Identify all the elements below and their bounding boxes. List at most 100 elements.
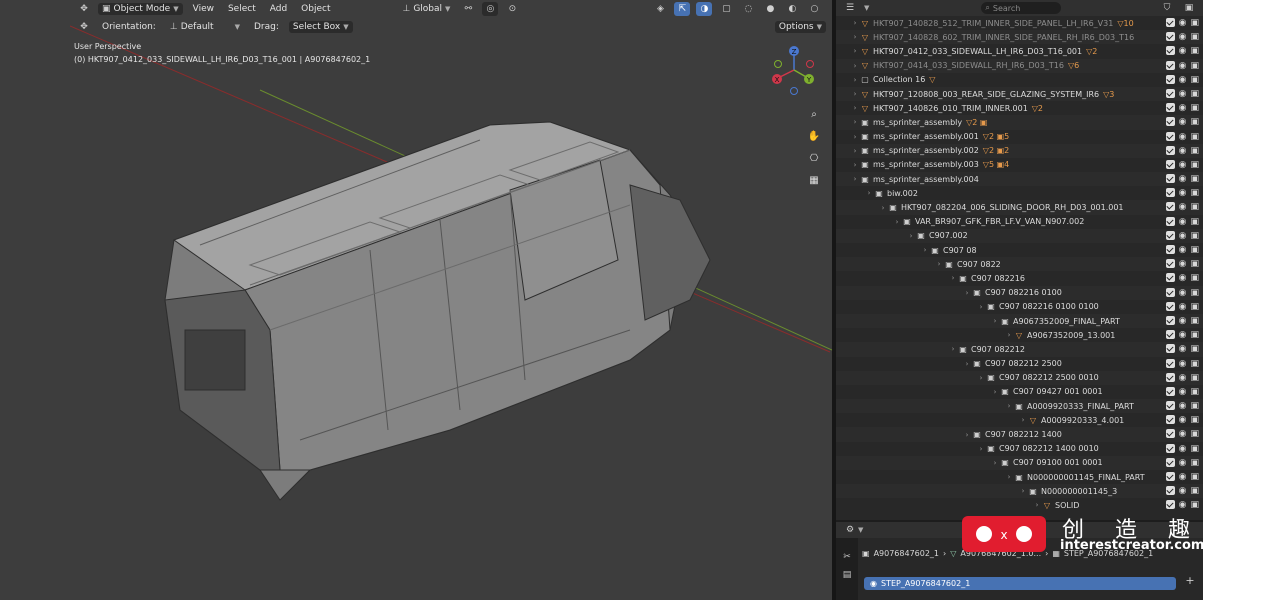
disclosure-triangle-icon[interactable]: ›	[976, 374, 986, 382]
exclude-checkbox[interactable]	[1165, 273, 1175, 283]
exclude-checkbox[interactable]	[1165, 287, 1175, 297]
disclosure-triangle-icon[interactable]: ›	[990, 317, 1000, 325]
disclosure-triangle-icon[interactable]: ›	[850, 161, 860, 169]
exclude-checkbox[interactable]	[1165, 46, 1175, 56]
exclude-checkbox[interactable]	[1165, 18, 1175, 27]
exclude-checkbox[interactable]	[1165, 301, 1175, 311]
disclosure-triangle-icon[interactable]: ›	[850, 104, 860, 112]
outliner-row[interactable]: › ▣ ms_sprinter_assembly.003 ▽5 ▣4 ◉ ▣	[836, 158, 1203, 172]
exclude-checkbox[interactable]	[1165, 259, 1175, 269]
mode-dropdown[interactable]: ▣ Object Mode ▼	[98, 3, 183, 15]
outliner-row[interactable]: › ▣ biw.002 ◉ ▣	[836, 186, 1203, 200]
outliner-search-input[interactable]: ⌕ Search	[981, 2, 1062, 14]
camera-icon[interactable]: ▣	[1190, 472, 1199, 482]
disclosure-triangle-icon[interactable]: ›	[850, 62, 860, 70]
drag-dropdown[interactable]: Select Box ▼	[288, 21, 353, 33]
camera-icon[interactable]: ▣	[1190, 500, 1199, 510]
exclude-checkbox[interactable]	[1165, 344, 1175, 354]
camera-icon[interactable]: ▣	[1190, 444, 1199, 454]
camera-icon[interactable]: ▣	[1190, 429, 1199, 439]
outliner-row[interactable]: › ▣ N000000001145_FINAL_PART ◉ ▣	[836, 470, 1203, 484]
eye-icon[interactable]: ◉	[1179, 103, 1187, 113]
xray-icon[interactable]: ▢	[718, 2, 734, 16]
disclosure-triangle-icon[interactable]: ›	[920, 246, 930, 254]
exclude-checkbox[interactable]	[1165, 174, 1175, 184]
outliner-row[interactable]: › ▣ N000000001145_3 ◉ ▣	[836, 484, 1203, 499]
menu-add[interactable]: Add	[266, 3, 291, 15]
camera-icon[interactable]: ▣	[1190, 288, 1199, 298]
disclosure-triangle-icon[interactable]: ›	[850, 118, 860, 126]
camera-icon[interactable]: ▣	[1190, 202, 1199, 212]
eye-icon[interactable]: ◉	[1179, 415, 1187, 425]
exclude-checkbox[interactable]	[1165, 131, 1175, 141]
outliner-row[interactable]: › ▽ HKT907_120808_003_REAR_SIDE_GLAZING_SY…	[836, 86, 1203, 102]
camera-icon[interactable]: ▣	[1190, 486, 1199, 496]
disclosure-triangle-icon[interactable]: ›	[850, 90, 860, 98]
camera-icon[interactable]: ▣	[1190, 373, 1199, 383]
camera-icon[interactable]: ▣	[1190, 245, 1199, 255]
new-collection-icon[interactable]: ▣	[1181, 1, 1197, 15]
outliner-row[interactable]: › ▣ A9067352009_FINAL_PART ◉ ▣	[836, 313, 1203, 329]
disclosure-triangle-icon[interactable]: ›	[1004, 402, 1014, 410]
camera-icon[interactable]: ▣	[1190, 89, 1199, 99]
outliner-row[interactable]: › ▣ VAR_BR907_GFK_FBR_LF.V_VAN_N907.002 ◉ ▣	[836, 215, 1203, 229]
disclosure-triangle-icon[interactable]: ›	[850, 47, 860, 55]
eye-icon[interactable]: ◉	[1179, 444, 1187, 454]
exclude-checkbox[interactable]	[1165, 443, 1175, 453]
eye-icon[interactable]: ◉	[1179, 117, 1187, 127]
exclude-checkbox[interactable]	[1165, 457, 1175, 467]
exclude-checkbox[interactable]	[1165, 315, 1175, 325]
outliner-row[interactable]: › ▽ HKT907_140826_010_TRIM_INNER.001 ▽2 ◉ ▣	[836, 101, 1203, 115]
outliner-row[interactable]: › ▣ ms_sprinter_assembly.002 ▽2 ▣2 ◉ ▣	[836, 143, 1203, 158]
eye-icon[interactable]: ◉	[1179, 245, 1187, 255]
menu-view[interactable]: View	[189, 3, 218, 15]
exclude-checkbox[interactable]	[1165, 188, 1175, 198]
pan-hand-icon[interactable]: ✋	[806, 128, 822, 144]
exclude-checkbox[interactable]	[1165, 358, 1175, 368]
shading-material-icon[interactable]: ◐	[784, 2, 800, 16]
menu-select[interactable]: Select	[224, 3, 260, 15]
orientation-dropdown[interactable]: ⊥ Default ▼	[166, 21, 244, 33]
disclosure-triangle-icon[interactable]: ›	[850, 133, 860, 141]
eye-icon[interactable]: ◉	[1179, 344, 1187, 354]
disclosure-triangle-icon[interactable]: ›	[850, 147, 860, 155]
camera-icon[interactable]: ▣	[1190, 32, 1199, 42]
outliner-row[interactable]: › ▣ C907 09427 001 0001 ◉ ▣	[836, 385, 1203, 399]
outliner-row[interactable]: › ▣ HKT907_082204_006_SLIDING_DOOR_RH_D03_…	[836, 200, 1203, 215]
disclosure-triangle-icon[interactable]: ›	[962, 431, 972, 439]
tool-tab-icon[interactable]: ✂	[836, 552, 858, 562]
outliner-editor-type-icon[interactable]: ☰	[842, 1, 858, 15]
eye-icon[interactable]: ◉	[1179, 359, 1187, 369]
shading-solid-icon[interactable]: ●	[762, 2, 778, 16]
exclude-checkbox[interactable]	[1165, 500, 1175, 510]
exclude-checkbox[interactable]	[1165, 60, 1175, 70]
exclude-checkbox[interactable]	[1165, 401, 1175, 411]
snap-icon[interactable]: ◎	[482, 2, 499, 16]
eye-icon[interactable]: ◉	[1179, 174, 1187, 184]
disclosure-triangle-icon[interactable]: ›	[1032, 501, 1042, 509]
eye-icon[interactable]: ◉	[1179, 316, 1187, 326]
camera-icon[interactable]: ▣	[1190, 401, 1199, 411]
camera-icon[interactable]: ▣	[1190, 146, 1199, 156]
zoom-icon[interactable]: ⌕	[806, 106, 822, 122]
eye-icon[interactable]: ◉	[1179, 273, 1187, 283]
eye-icon[interactable]: ◉	[1179, 500, 1187, 510]
exclude-checkbox[interactable]	[1165, 159, 1175, 169]
exclude-checkbox[interactable]	[1165, 88, 1175, 98]
exclude-checkbox[interactable]	[1165, 429, 1175, 439]
eye-icon[interactable]: ◉	[1179, 429, 1187, 439]
outliner-row[interactable]: › ▣ ms_sprinter_assembly.004 ◉ ▣	[836, 172, 1203, 187]
gizmo-toggle-icon[interactable]: ⇱	[674, 2, 691, 16]
options-dropdown[interactable]: Options ▼	[774, 21, 826, 33]
disclosure-triangle-icon[interactable]: ›	[962, 289, 972, 297]
disclosure-triangle-icon[interactable]: ›	[906, 232, 916, 240]
outliner-row[interactable]: › ▽ A9067352009_13.001 ◉ ▣	[836, 328, 1203, 342]
outliner-row[interactable]: › ▣ ms_sprinter_assembly.001 ▽2 ▣5 ◉ ▣	[836, 130, 1203, 144]
camera-icon[interactable]: ▣	[1190, 302, 1199, 312]
camera-icon[interactable]: ▣	[1190, 18, 1199, 28]
camera-icon[interactable]: ▣	[1190, 458, 1199, 468]
eye-icon[interactable]: ◉	[1179, 89, 1187, 99]
outliner-row[interactable]: › ▣ C907 082216 0100 0100 ◉ ▣	[836, 300, 1203, 314]
disclosure-triangle-icon[interactable]: ›	[850, 175, 860, 183]
menu-object[interactable]: Object	[297, 3, 334, 15]
